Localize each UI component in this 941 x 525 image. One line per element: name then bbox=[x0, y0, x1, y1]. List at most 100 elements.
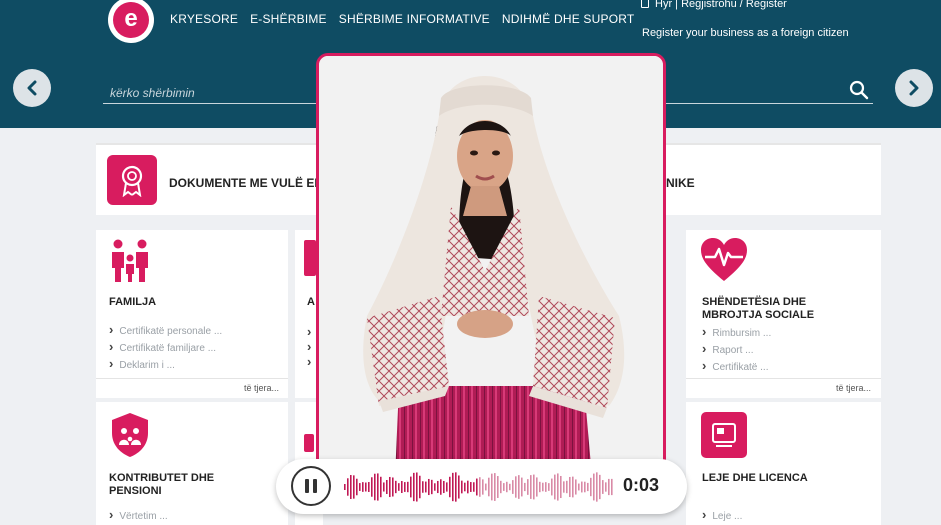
waveform-bar bbox=[416, 472, 418, 502]
waveform-bar bbox=[404, 482, 406, 492]
certificate-icon bbox=[107, 155, 157, 205]
waveform-bar bbox=[569, 476, 571, 498]
waveform-bar bbox=[440, 479, 442, 495]
card-link[interactable]: Deklarim i ... bbox=[109, 356, 222, 373]
waveform-bar bbox=[482, 479, 484, 495]
card-divider bbox=[686, 378, 881, 379]
waveform-bar bbox=[494, 473, 496, 501]
login-register-text[interactable]: Hyr | Regjistrohu / Register bbox=[655, 0, 787, 10]
waveform-bar bbox=[425, 481, 427, 493]
nav-item-ndihme[interactable]: NDIHMË DHE SUPORT bbox=[502, 12, 635, 26]
waveform-bar bbox=[590, 477, 592, 497]
waveform-bar bbox=[521, 477, 523, 497]
card-link[interactable]: Rimbursim ... bbox=[702, 324, 771, 341]
card-link-list: Vërtetim ... bbox=[109, 507, 167, 524]
carousel-next-button[interactable] bbox=[895, 69, 933, 107]
waveform-bar bbox=[464, 482, 466, 492]
family-icon bbox=[112, 239, 148, 282]
login-links[interactable]: Hyr | Regjistrohu / Register bbox=[641, 0, 787, 10]
audio-player-bar: 0:03 bbox=[276, 459, 687, 514]
nav-item-sherbime-informative[interactable]: SHËRBIME INFORMATIVE bbox=[339, 12, 490, 26]
site-logo[interactable]: e bbox=[108, 0, 154, 43]
card-familja[interactable]: FAMILJA Certifikatë personale ... Certif… bbox=[96, 230, 288, 398]
waveform-bar bbox=[389, 476, 391, 498]
waveform-bar bbox=[611, 478, 613, 496]
pause-button[interactable] bbox=[291, 466, 331, 506]
card-link[interactable]: Certifikatë familjare ... bbox=[109, 339, 222, 356]
waveform-bar bbox=[353, 475, 355, 499]
card-link[interactable]: Raport ... bbox=[702, 341, 771, 358]
card-link[interactable]: Certifikatë personale ... bbox=[109, 322, 222, 339]
waveform-bar bbox=[503, 483, 505, 491]
waveform-bar bbox=[476, 478, 478, 496]
card-divider bbox=[96, 378, 288, 379]
foreign-register-link[interactable]: Register your business as a foreign citi… bbox=[642, 27, 849, 39]
waveform-bar bbox=[446, 482, 448, 492]
waveform-bar bbox=[458, 475, 460, 499]
waveform-bar bbox=[413, 472, 415, 502]
card-shendetesia[interactable]: SHËNDETËSIA DHE MBROJTJA SOCIALE Rimburs… bbox=[686, 230, 881, 398]
waveform-bar bbox=[344, 484, 346, 490]
audio-waveform[interactable] bbox=[344, 467, 614, 507]
waveform-bar bbox=[398, 483, 400, 491]
waveform-bar bbox=[356, 478, 358, 496]
waveform-bar bbox=[452, 472, 454, 502]
waveform-bar bbox=[350, 475, 352, 499]
chevron-right-icon: › › › bbox=[307, 324, 312, 369]
card-link-list: Leje ... bbox=[702, 507, 742, 524]
waveform-bar bbox=[512, 480, 514, 494]
banner-title-left: DOKUMENTE ME VULË EL bbox=[169, 176, 322, 190]
nav-item-kryesore[interactable]: KRYESORE bbox=[170, 12, 238, 26]
search-input[interactable] bbox=[110, 84, 300, 102]
waveform-bar bbox=[536, 477, 538, 497]
waveform-bar bbox=[524, 482, 526, 492]
video-player-frame[interactable] bbox=[316, 53, 666, 503]
waveform-bar bbox=[392, 477, 394, 497]
card-kontributet[interactable]: KONTRIBUTET DHE PENSIONI Vërtetim ... bbox=[96, 402, 288, 525]
waveform-bar bbox=[596, 472, 598, 502]
license-icon bbox=[701, 412, 747, 458]
chevron-left-icon bbox=[27, 80, 37, 96]
waveform-bar bbox=[509, 483, 511, 491]
waveform-bar bbox=[563, 481, 565, 493]
more-link[interactable]: të tjera... bbox=[836, 383, 871, 393]
carousel-prev-button[interactable] bbox=[13, 69, 51, 107]
waveform-bar bbox=[374, 473, 376, 501]
waveform-bar bbox=[380, 476, 382, 498]
waveform-bar bbox=[497, 476, 499, 498]
waveform-bar bbox=[449, 476, 451, 498]
waveform-bar bbox=[515, 476, 517, 498]
waveform-bar bbox=[587, 482, 589, 492]
waveform-bar bbox=[581, 481, 583, 493]
card-title: KONTRIBUTET DHE PENSIONI bbox=[109, 472, 215, 497]
heart-pulse-icon bbox=[701, 238, 747, 281]
card-title: LEJE DHE LICENCA bbox=[702, 472, 808, 484]
card-leje[interactable]: LEJE DHE LICENCA Leje ... bbox=[686, 402, 881, 525]
waveform-bar bbox=[548, 483, 550, 491]
nav-item-e-sherbime[interactable]: E-SHËRBIME bbox=[250, 12, 327, 26]
waveform-bar bbox=[530, 475, 532, 499]
card-icon-partial bbox=[304, 434, 314, 452]
waveform-bar bbox=[605, 482, 607, 492]
card-link[interactable]: Certifikatë ... bbox=[702, 358, 771, 375]
waveform-bar bbox=[491, 473, 493, 501]
woman-in-traditional-dress-image bbox=[319, 56, 663, 500]
search-icon[interactable] bbox=[849, 80, 869, 100]
waveform-bar bbox=[395, 480, 397, 494]
waveform-bar bbox=[557, 473, 559, 501]
waveform-bar bbox=[545, 482, 547, 492]
waveform-bar bbox=[467, 480, 469, 494]
waveform-bar bbox=[533, 474, 535, 500]
main-nav: KRYESORE E-SHËRBIME SHËRBIME INFORMATIVE… bbox=[170, 12, 634, 26]
waveform-bar bbox=[368, 482, 370, 492]
waveform-bar bbox=[473, 482, 475, 492]
waveform-bar bbox=[551, 478, 553, 496]
waveform-bar bbox=[593, 473, 595, 501]
waveform-bar bbox=[407, 481, 409, 493]
more-link[interactable]: të tjera... bbox=[244, 383, 279, 393]
waveform-bar bbox=[560, 475, 562, 499]
card-link[interactable]: Leje ... bbox=[702, 507, 742, 524]
waveform-bar bbox=[359, 483, 361, 491]
waveform-bar bbox=[383, 482, 385, 492]
card-link[interactable]: Vërtetim ... bbox=[109, 507, 167, 524]
